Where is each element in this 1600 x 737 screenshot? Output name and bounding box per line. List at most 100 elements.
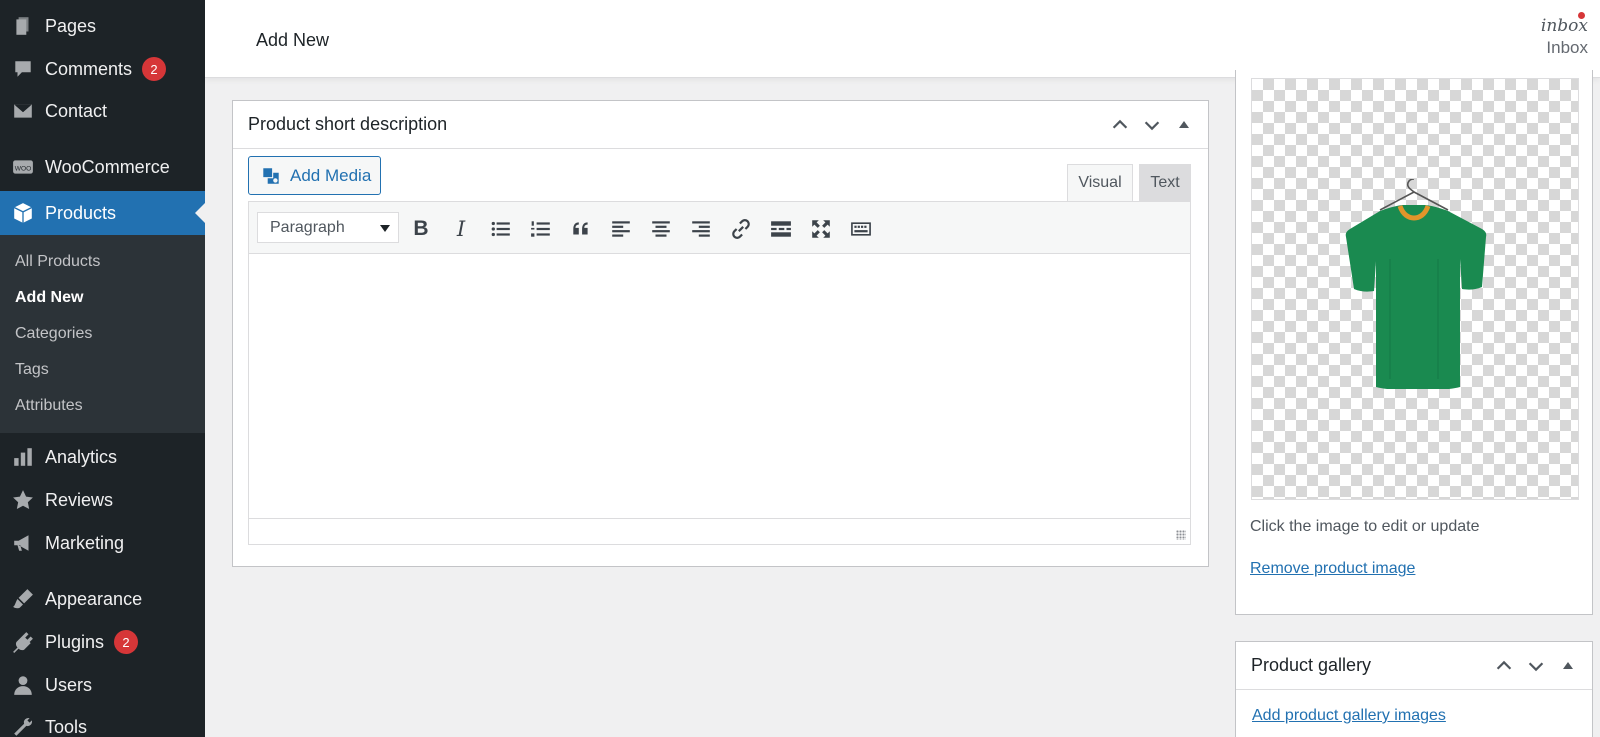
tools-icon: [11, 715, 35, 737]
menu-label: Reviews: [45, 489, 114, 510]
woocommerce-icon: WOO: [11, 155, 35, 179]
read-more-icon: [771, 221, 791, 237]
product-gallery-box: Product gallery Add product gallery imag…: [1235, 641, 1593, 737]
short-description-box: Product short description Add Media Visu…: [232, 100, 1209, 567]
format-select[interactable]: Paragraph: [257, 212, 399, 243]
menu-item-comments[interactable]: Comments 2: [0, 47, 205, 91]
menu-item-users[interactable]: Users: [0, 663, 205, 707]
menu-label: Products: [45, 202, 117, 223]
add-media-label: Add Media: [290, 165, 372, 185]
submenu-attributes[interactable]: Attributes: [15, 397, 83, 415]
bold-icon: B: [413, 217, 429, 240]
tshirt-image: [1345, 179, 1487, 389]
toolbar-toggle-button[interactable]: [846, 214, 876, 244]
add-gallery-images-link[interactable]: Add product gallery images: [1252, 707, 1446, 725]
editor-statusbar: [248, 518, 1191, 545]
tab-visual[interactable]: Visual: [1067, 164, 1133, 201]
move-down-button[interactable]: [1520, 650, 1552, 682]
menu-item-marketing[interactable]: Marketing: [0, 521, 205, 565]
toolbar-toggle-icon: [851, 222, 871, 236]
menu-label: Tools: [45, 716, 88, 737]
menu-item-analytics[interactable]: Analytics: [0, 435, 205, 479]
numbered-list-button[interactable]: [526, 214, 556, 244]
admin-sidebar: Pages Comments 2 Contact WOO WooCommerce…: [0, 0, 205, 737]
bullet-list-icon: [491, 221, 510, 237]
align-center-icon: [652, 221, 670, 237]
link-button[interactable]: [726, 214, 756, 244]
blockquote-icon: [573, 222, 588, 235]
submenu-tags[interactable]: Tags: [15, 361, 49, 379]
add-media-icon: [263, 167, 279, 184]
menu-label: Analytics: [45, 446, 118, 467]
product-image-preview[interactable]: [1251, 78, 1579, 500]
menu-label: Appearance: [45, 588, 143, 609]
tab-text[interactable]: Text: [1139, 164, 1191, 201]
read-more-button[interactable]: [766, 214, 796, 244]
bold-button[interactable]: B: [406, 214, 436, 244]
inbox-button[interactable]: inbox Inbox: [1541, 12, 1588, 58]
menu-item-plugins[interactable]: Plugins 2: [0, 620, 205, 664]
star-icon: [11, 488, 35, 512]
inbox-icon: inbox: [1541, 12, 1588, 36]
menu-item-woocommerce[interactable]: WOO WooCommerce: [0, 145, 205, 189]
page-title: Add New: [256, 30, 330, 50]
move-up-button[interactable]: [1104, 109, 1136, 141]
italic-button[interactable]: I: [446, 214, 476, 244]
postbox-title: Product gallery: [1251, 655, 1372, 675]
active-indicator: [195, 203, 205, 223]
submenu-categories[interactable]: Categories: [15, 325, 92, 343]
products-submenu: All Products Add New Categories Tags Att…: [0, 235, 205, 433]
submenu-add-new[interactable]: Add New: [15, 289, 83, 307]
align-right-icon: [692, 221, 710, 237]
move-down-button[interactable]: [1136, 109, 1168, 141]
inbox-label: Inbox: [1546, 38, 1588, 57]
remove-product-image-link[interactable]: Remove product image: [1250, 560, 1415, 578]
menu-item-tools[interactable]: Tools: [0, 705, 205, 737]
align-left-button[interactable]: [606, 214, 636, 244]
paintbrush-icon: [11, 587, 35, 611]
page-header: Add New inbox Inbox: [205, 0, 1600, 78]
align-left-icon: [612, 221, 630, 237]
plugin-icon: [11, 630, 35, 654]
menu-label: Contact: [45, 100, 108, 121]
add-media-button[interactable]: Add Media: [248, 156, 381, 195]
comments-icon: [11, 57, 35, 81]
move-up-button[interactable]: [1488, 650, 1520, 682]
link-icon: [732, 219, 750, 239]
align-right-button[interactable]: [686, 214, 716, 244]
menu-item-contact[interactable]: Contact: [0, 89, 205, 133]
comments-count-badge: 2: [142, 57, 167, 81]
align-center-button[interactable]: [646, 214, 676, 244]
format-select-value: Paragraph: [270, 218, 345, 236]
products-icon: [11, 201, 35, 225]
menu-item-reviews[interactable]: Reviews: [0, 478, 205, 522]
users-icon: [11, 673, 35, 697]
blockquote-button[interactable]: [566, 214, 596, 244]
megaphone-icon: [11, 531, 35, 555]
pages-icon: [11, 14, 35, 38]
menu-item-appearance[interactable]: Appearance: [0, 577, 205, 621]
collapse-toggle-button[interactable]: [1168, 109, 1200, 141]
menu-label: Marketing: [45, 532, 125, 553]
dropdown-arrow-icon: [380, 225, 390, 232]
resize-handle-icon[interactable]: [1176, 530, 1186, 540]
menu-label: Comments: [45, 58, 133, 79]
menu-label: Users: [45, 674, 93, 695]
editor-toolbar: Paragraph B I: [248, 201, 1191, 254]
submenu-all-products[interactable]: All Products: [15, 253, 100, 271]
numbered-list-icon: [531, 221, 550, 237]
plugins-update-badge: 2: [114, 630, 139, 654]
image-edit-hint: Click the image to edit or update: [1250, 518, 1480, 535]
menu-item-products[interactable]: Products: [0, 191, 205, 235]
menu-item-pages[interactable]: Pages: [0, 4, 205, 48]
svg-text:WOO: WOO: [15, 165, 31, 172]
mail-icon: [11, 99, 35, 123]
menu-label: WooCommerce: [45, 156, 170, 177]
bullet-list-button[interactable]: [486, 214, 516, 244]
postbox-title: Product short description: [248, 114, 448, 134]
collapse-toggle-button[interactable]: [1552, 650, 1584, 682]
short-description-editor[interactable]: [248, 254, 1191, 518]
postbox-header: Product gallery: [1236, 642, 1592, 690]
fullscreen-icon: [812, 220, 830, 238]
fullscreen-button[interactable]: [806, 214, 836, 244]
